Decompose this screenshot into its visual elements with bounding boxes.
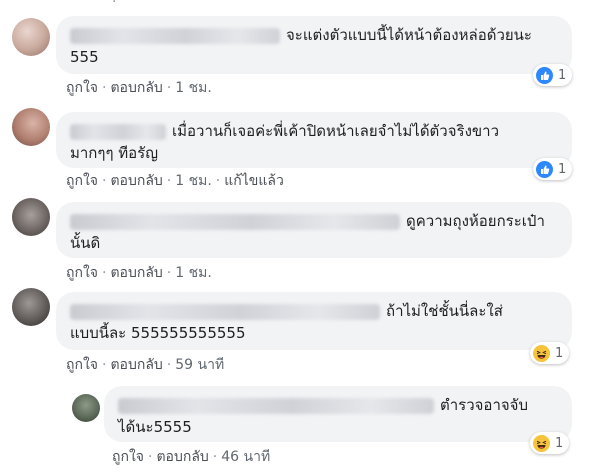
comment-actions: ถูกใจ · ตอบกลับ · 1 ชม. — [66, 265, 212, 281]
author-name-blurred[interactable] — [70, 123, 166, 140]
reaction-count[interactable]: 1 — [533, 158, 573, 180]
cropped-previous-text: · — [112, 0, 117, 10]
comment-text-line1: ตำรวจอาจจับ — [440, 396, 528, 414]
reply-link[interactable]: ตอบกลับ — [110, 80, 162, 96]
avatar[interactable] — [72, 394, 100, 422]
comment-actions: ถูกใจ · ตอบกลับ · 1 ชม. — [66, 80, 212, 96]
comment-text-line2: 555 — [70, 48, 99, 66]
reaction-count-number: 1 — [555, 435, 564, 451]
reaction-count-number: 1 — [558, 67, 567, 83]
reaction-count-number: 1 — [558, 161, 567, 177]
avatar[interactable] — [12, 288, 50, 326]
comment-bubble: ดูความถุงห้อยกระเป๋า นั้นดิ — [56, 202, 572, 258]
like-link[interactable]: ถูกใจ — [112, 449, 144, 465]
timestamp[interactable]: 1 ชม. — [175, 173, 212, 189]
reaction-count[interactable]: 1 — [533, 64, 573, 86]
like-link[interactable]: ถูกใจ — [66, 80, 98, 96]
comment-text-line1: จะแต่งตัวแบบนี้ได้หน้าต้องหล่อด้วยนะ — [286, 26, 532, 44]
comment-actions: ถูกใจ · ตอบกลับ · 1 ชม. · แก้ไขแล้ว — [66, 173, 284, 189]
haha-reaction-icon — [533, 434, 550, 452]
reaction-count[interactable]: 1 — [530, 342, 570, 364]
reply-link[interactable]: ตอบกลับ — [110, 357, 162, 373]
reply-link[interactable]: ตอบกลับ — [110, 173, 162, 189]
like-reaction-icon — [536, 160, 553, 178]
reaction-count[interactable]: 1 — [530, 432, 570, 454]
timestamp[interactable]: 46 นาที — [221, 449, 270, 465]
like-link[interactable]: ถูกใจ — [66, 357, 98, 373]
like-link[interactable]: ถูกใจ — [66, 265, 98, 281]
comment-text-line2: แบบนี้ละ 555555555555 — [70, 324, 246, 342]
timestamp[interactable]: 1 ชม. — [175, 80, 212, 96]
like-link[interactable]: ถูกใจ — [66, 173, 98, 189]
avatar[interactable] — [12, 18, 50, 56]
timestamp[interactable]: 59 นาที — [175, 357, 224, 373]
comment-bubble: เมื่อวานก็เจอค่ะพี่เค้าปิดหน้าเลยจำไม่ได… — [56, 112, 572, 168]
timestamp[interactable]: 1 ชม. — [175, 265, 212, 281]
comment-actions: ถูกใจ · ตอบกลับ · 46 นาที — [112, 449, 271, 465]
reply-link[interactable]: ตอบกลับ — [110, 265, 162, 281]
author-name-blurred[interactable] — [118, 397, 434, 414]
comment-bubble: ตำรวจอาจจับ ได้นะ5555 — [104, 386, 572, 442]
comment-bubble: จะแต่งตัวแบบนี้ได้หน้าต้องหล่อด้วยนะ 555 — [56, 16, 572, 74]
comment-text-line1: ดูความถุงห้อยกระเป๋า — [406, 212, 545, 230]
author-name-blurred[interactable] — [70, 27, 280, 44]
haha-reaction-icon — [533, 344, 550, 362]
comment-text-line1: ถ้าไม่ใช่ชั้นนี่ละใส่ — [386, 302, 503, 320]
comment-text-line2: ได้นะ5555 — [118, 418, 192, 436]
comment-text-line1: เมื่อวานก็เจอค่ะพี่เค้าปิดหน้าเลยจำไม่ได… — [172, 122, 499, 140]
reaction-count-number: 1 — [555, 345, 564, 361]
reply-link[interactable]: ตอบกลับ — [156, 449, 208, 465]
comment-text-line2: มากๆๆ ทีอรัญ — [70, 144, 159, 162]
comment-bubble: ถ้าไม่ใช่ชั้นนี่ละใส่ แบบนี้ละ 555555555… — [56, 292, 572, 350]
author-name-blurred[interactable] — [70, 303, 380, 320]
author-name-blurred[interactable] — [70, 213, 400, 230]
comment-actions: ถูกใจ · ตอบกลับ · 59 นาที — [66, 357, 225, 373]
avatar[interactable] — [12, 108, 50, 146]
comment-text-line2: นั้นดิ — [70, 234, 101, 252]
like-reaction-icon — [536, 66, 553, 84]
avatar[interactable] — [12, 198, 50, 236]
edited-link[interactable]: แก้ไขแล้ว — [224, 173, 284, 189]
